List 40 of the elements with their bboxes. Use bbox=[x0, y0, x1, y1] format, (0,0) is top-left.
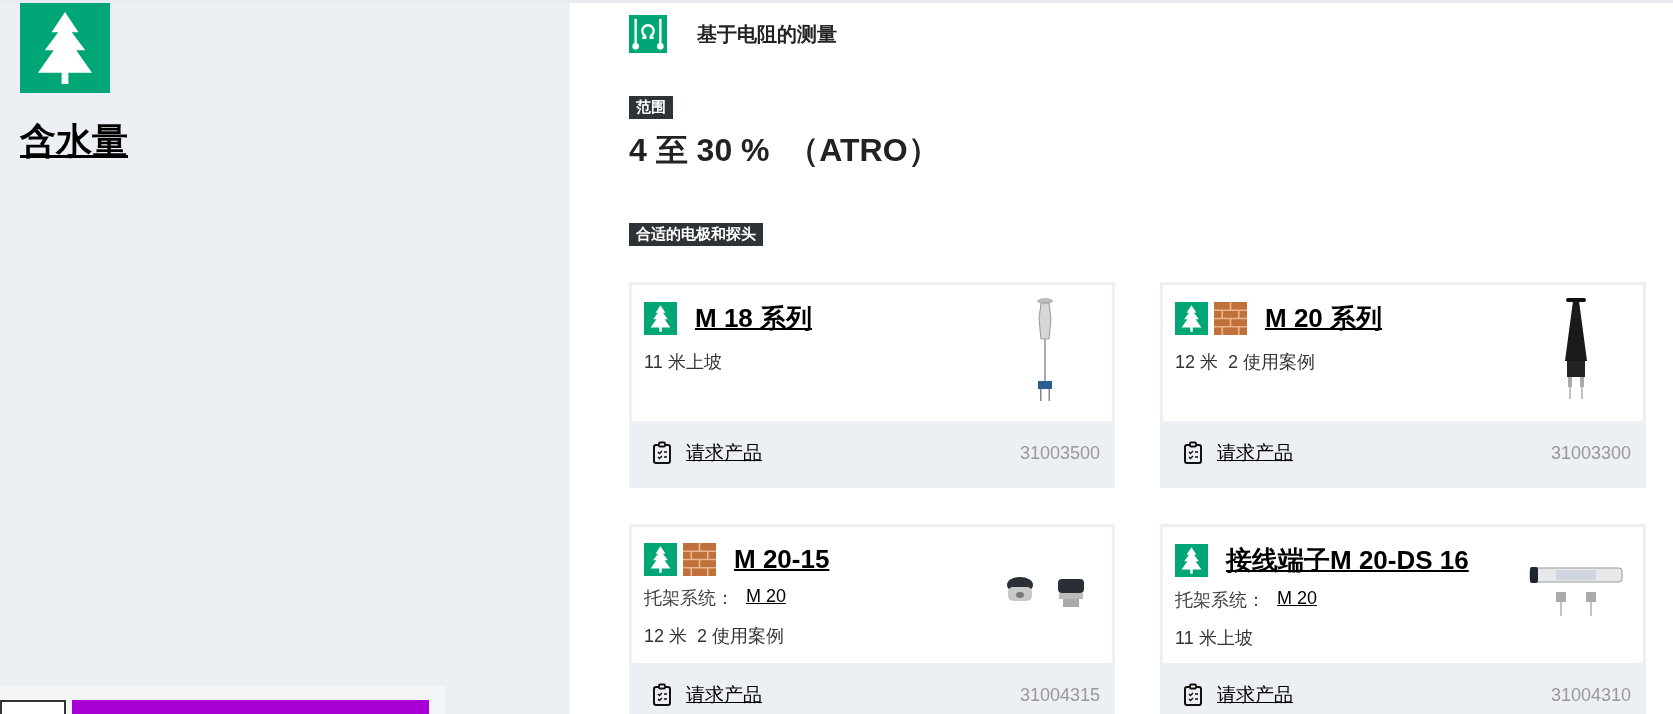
spec-text: 12 米 bbox=[644, 625, 688, 648]
spec-text: 11 米上坡 bbox=[644, 351, 722, 374]
brick-wall-icon bbox=[683, 543, 716, 576]
clipboard-icon bbox=[1183, 683, 1203, 707]
range-value: 4 至 30 % （ATRO） bbox=[629, 131, 940, 170]
spec-text: 12 米 bbox=[1175, 351, 1219, 374]
clipboard-icon bbox=[652, 441, 672, 465]
clipboard-icon bbox=[652, 683, 672, 707]
product-number: 31003300 bbox=[1550, 442, 1631, 464]
brick-wall-icon bbox=[1214, 302, 1247, 335]
request-product-link[interactable]: 请求产品 bbox=[1217, 682, 1293, 708]
clipboard-icon bbox=[1183, 441, 1203, 465]
request-product-link[interactable]: 请求产品 bbox=[1217, 440, 1293, 466]
product-number: 31003500 bbox=[1019, 442, 1100, 464]
holder-label: 托架系统： bbox=[1175, 589, 1265, 612]
tree-icon bbox=[20, 3, 110, 93]
product-number: 31004315 bbox=[1019, 684, 1100, 706]
spec-text: 2 使用案例 bbox=[1228, 351, 1316, 374]
spec-text: 11 米上坡 bbox=[1175, 627, 1253, 650]
outlined-control[interactable] bbox=[0, 700, 66, 714]
product-name-link[interactable]: M 20 系列 bbox=[1265, 301, 1383, 336]
tree-icon bbox=[644, 543, 677, 576]
product-number: 31004310 bbox=[1550, 684, 1631, 706]
tree-icon bbox=[1175, 544, 1208, 577]
holder-link[interactable]: M 20 bbox=[1277, 588, 1318, 612]
holder-label: 托架系统： bbox=[644, 587, 734, 610]
product-name-link[interactable]: 接线端子M 20-DS 16 bbox=[1226, 543, 1469, 578]
product-name-link[interactable]: M 18 系列 bbox=[695, 301, 813, 336]
spec-text: 2 使用案例 bbox=[697, 625, 785, 648]
product-name-link[interactable]: M 20-15 bbox=[734, 544, 830, 575]
tree-icon bbox=[1175, 302, 1208, 335]
ohm-icon bbox=[629, 15, 667, 53]
method-title: 基于电阻的测量 bbox=[697, 21, 837, 47]
category-title-link[interactable]: 含水量 bbox=[20, 117, 128, 166]
holder-link[interactable]: M 20 bbox=[746, 586, 787, 610]
request-product-link[interactable]: 请求产品 bbox=[686, 682, 762, 708]
section-tag: 合适的电极和探头 bbox=[629, 223, 763, 246]
request-product-link[interactable]: 请求产品 bbox=[686, 440, 762, 466]
tree-icon bbox=[644, 302, 677, 335]
range-tag: 范围 bbox=[629, 96, 673, 119]
